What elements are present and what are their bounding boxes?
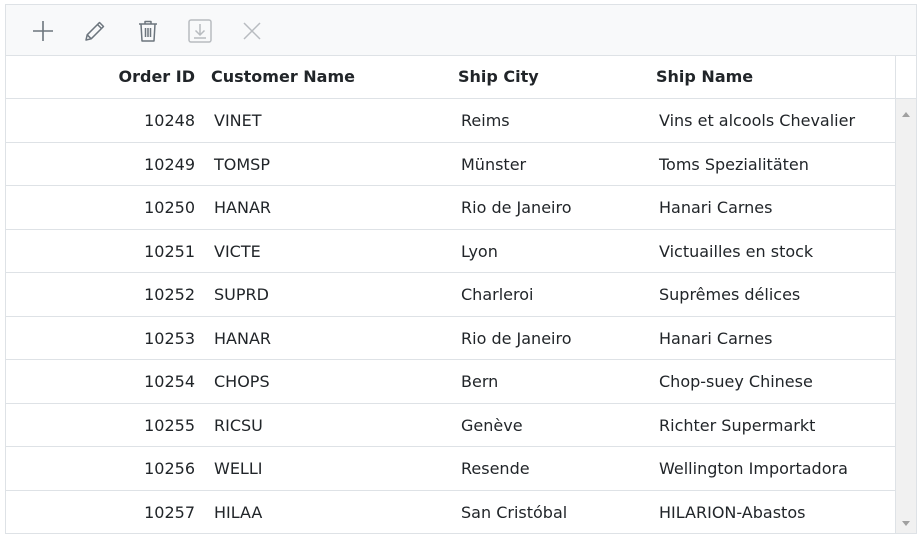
cell-ship-name: Hanari Carnes xyxy=(659,328,773,348)
table-row[interactable]: 10255 RICSU Genève Richter Supermarkt xyxy=(6,404,895,447)
cell-customer-name: TOMSP xyxy=(214,154,270,174)
cell-ship-city: Rio de Janeiro xyxy=(461,198,572,217)
table-row[interactable]: 10257 HILAA San Cristóbal HILARION-Abast… xyxy=(6,491,895,534)
table-row[interactable]: 10251 VICTE Lyon Victuailles en stock xyxy=(6,230,895,273)
cell-ship-city: Charleroi xyxy=(461,285,534,304)
grid-body: 10248 VINET Reims Vins et alcools Cheval… xyxy=(6,99,916,534)
cell-order-id: 10256 xyxy=(144,459,195,478)
cell-ship-city: Münster xyxy=(461,154,527,174)
header-scrollbar-filler xyxy=(895,56,916,98)
table-row[interactable]: 10253 HANAR Rio de Janeiro Hanari Carnes xyxy=(6,317,895,360)
cell-ship-city: Bern xyxy=(461,372,499,391)
cell-ship-name: Suprêmes délices xyxy=(659,285,801,304)
scroll-down-arrow-icon[interactable] xyxy=(900,519,912,529)
cell-order-id: 10254 xyxy=(144,372,195,391)
table-row[interactable]: 10248 VINET Reims Vins et alcools Cheval… xyxy=(6,99,895,143)
grid-header: Order ID Customer Name Ship City Ship Na… xyxy=(6,56,916,99)
cell-ship-city: Genève xyxy=(461,415,523,435)
add-button[interactable] xyxy=(27,15,59,47)
cell-customer-name: HANAR xyxy=(214,328,272,348)
cell-ship-name: Chop-suey Chinese xyxy=(659,372,813,391)
delete-button[interactable] xyxy=(132,15,164,47)
vertical-scrollbar[interactable] xyxy=(895,99,916,533)
cell-customer-name: SUPRD xyxy=(214,285,269,304)
data-grid: Order ID Customer Name Ship City Ship Na… xyxy=(5,4,917,534)
cell-ship-city: Reims xyxy=(461,111,510,130)
edit-button[interactable] xyxy=(79,15,111,47)
cell-ship-name: Richter Supermarkt xyxy=(659,415,816,435)
cell-order-id: 10255 xyxy=(144,415,195,435)
cell-ship-name: HILARION-Abastos xyxy=(659,502,806,522)
cell-ship-name: Vins et alcools Chevalier xyxy=(659,111,856,130)
scroll-up-arrow-icon[interactable] xyxy=(900,109,912,119)
column-header-ship-city[interactable]: Ship City xyxy=(458,56,539,98)
column-header-order-id[interactable]: Order ID xyxy=(6,56,196,98)
cell-customer-name: VICTE xyxy=(214,241,261,261)
table-row[interactable]: 10254 CHOPS Bern Chop-suey Chinese xyxy=(6,360,895,404)
table-row[interactable]: 10249 TOMSP Münster Toms Spezialitäten xyxy=(6,143,895,186)
cell-ship-city: San Cristóbal xyxy=(461,502,568,522)
cell-customer-name: CHOPS xyxy=(214,372,270,391)
save-icon xyxy=(188,19,212,43)
cell-order-id: 10251 xyxy=(144,241,195,261)
column-header-customer-name[interactable]: Customer Name xyxy=(211,56,355,98)
cell-order-id: 10250 xyxy=(144,198,195,217)
cancel-button[interactable] xyxy=(236,15,268,47)
cell-order-id: 10249 xyxy=(144,154,195,174)
cell-customer-name: HILAA xyxy=(214,502,263,522)
close-icon xyxy=(243,22,261,40)
cell-ship-name: Hanari Carnes xyxy=(659,198,773,217)
pencil-icon xyxy=(85,21,105,41)
cell-order-id: 10257 xyxy=(144,502,195,522)
table-row[interactable]: 10250 HANAR Rio de Janeiro Hanari Carnes xyxy=(6,186,895,230)
cell-customer-name: VINET xyxy=(214,111,262,130)
cell-customer-name: WELLI xyxy=(214,459,263,478)
cell-ship-city: Rio de Janeiro xyxy=(461,328,572,348)
table-row[interactable]: 10252 SUPRD Charleroi Suprêmes délices xyxy=(6,273,895,317)
update-button[interactable] xyxy=(184,15,216,47)
cell-order-id: 10253 xyxy=(144,328,195,348)
cell-order-id: 10252 xyxy=(144,285,195,304)
cell-ship-city: Lyon xyxy=(461,241,498,261)
column-header-ship-name[interactable]: Ship Name xyxy=(656,56,753,98)
cell-ship-name: Victuailles en stock xyxy=(659,241,814,261)
cell-ship-name: Wellington Importadora xyxy=(659,459,848,478)
table-row[interactable]: 10256 WELLI Resende Wellington Importado… xyxy=(6,447,895,491)
trash-icon xyxy=(139,20,157,42)
cell-ship-city: Resende xyxy=(461,459,530,478)
cell-order-id: 10248 xyxy=(144,111,195,130)
cell-customer-name: HANAR xyxy=(214,198,272,217)
grid-toolbar xyxy=(6,5,916,56)
scrollbar-thumb[interactable] xyxy=(898,125,914,505)
cell-customer-name: RICSU xyxy=(214,415,263,435)
plus-icon xyxy=(33,21,53,41)
cell-ship-name: Toms Spezialitäten xyxy=(659,154,809,174)
